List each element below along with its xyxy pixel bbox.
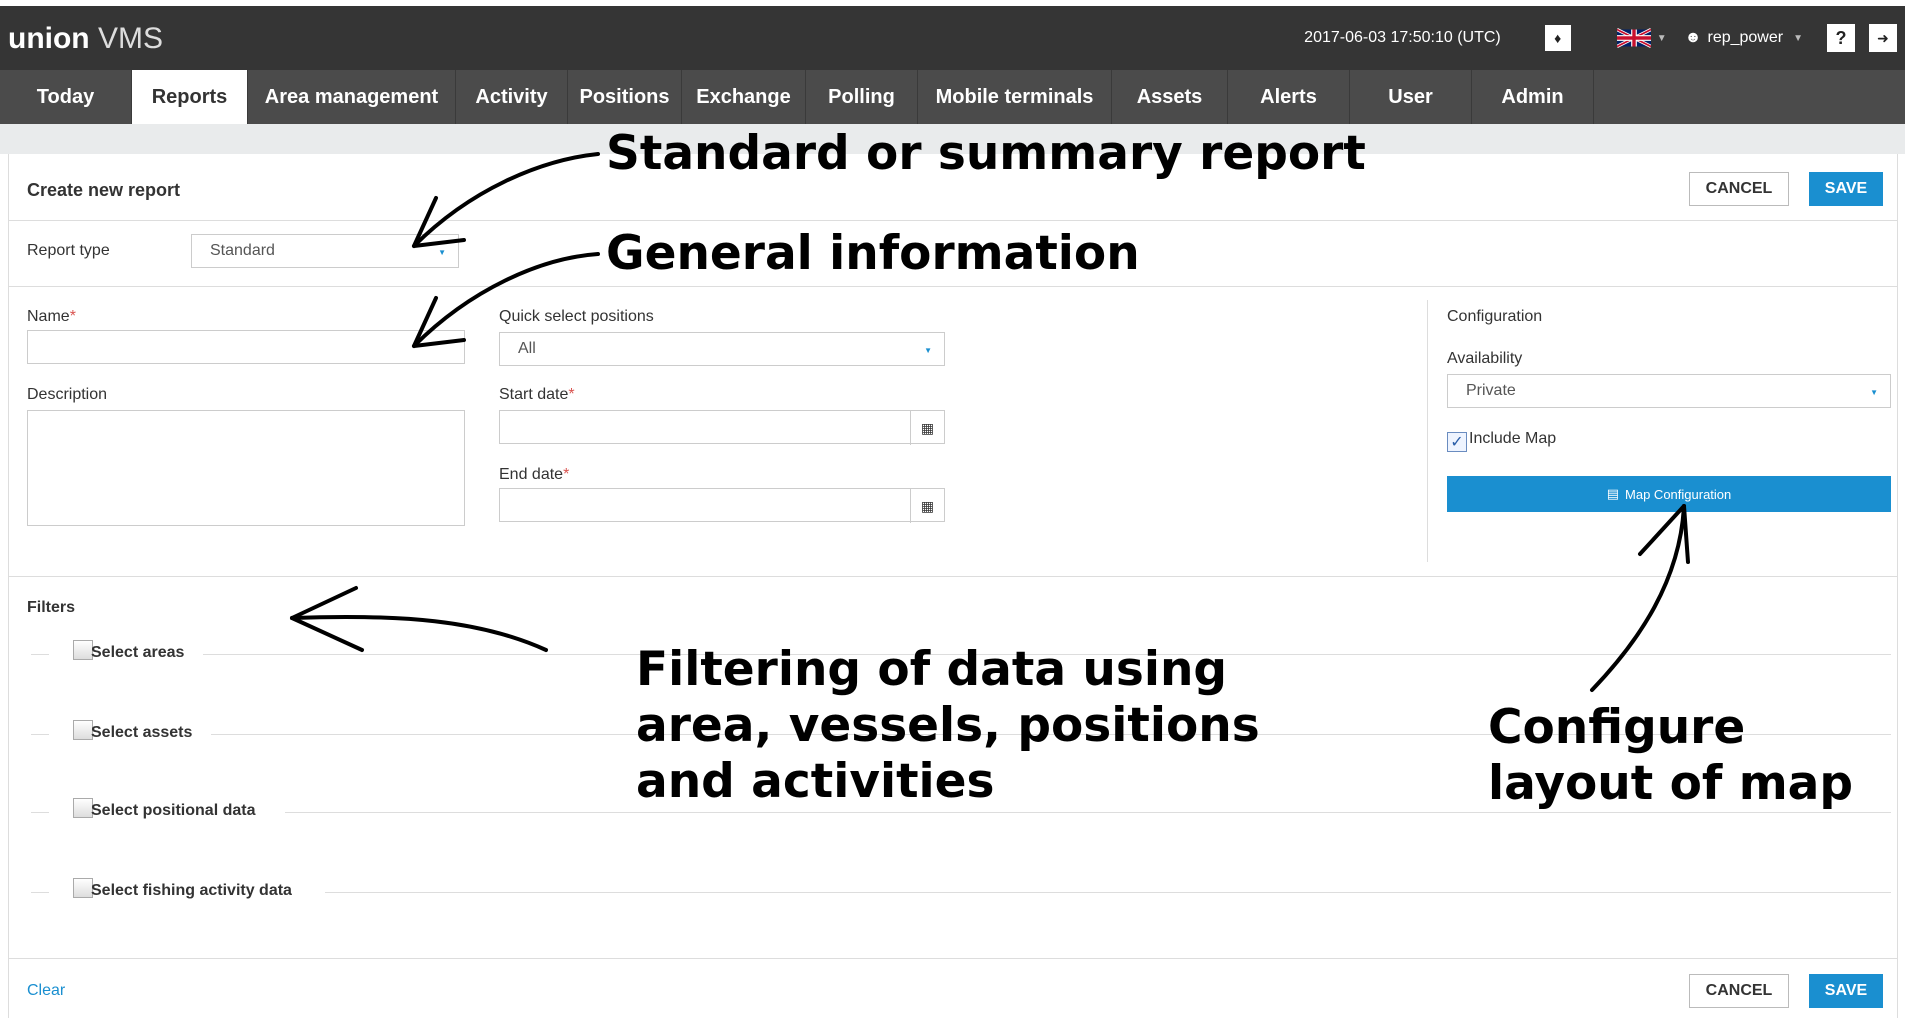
save-button[interactable]: SAVE <box>1809 172 1883 206</box>
clear-link[interactable]: Clear <box>27 982 65 1000</box>
report-type-select[interactable]: Standard ▼ <box>191 234 459 268</box>
annotation-general-info: General information <box>606 226 1140 281</box>
dropdown-caret-icon: ▼ <box>1870 388 1878 397</box>
cancel-button[interactable]: CANCEL <box>1689 172 1789 206</box>
cancel-button-bottom[interactable]: CANCEL <box>1689 974 1789 1008</box>
annotation-filters-line1: Filtering of data using <box>636 642 1228 697</box>
divider <box>9 286 1897 287</box>
tab-mobile-terminals[interactable]: Mobile terminals <box>918 70 1112 124</box>
availability-select[interactable]: Private ▼ <box>1447 374 1891 408</box>
description-label: Description <box>27 386 108 403</box>
select-positional-data-checkbox[interactable] <box>73 798 93 818</box>
username: rep_power <box>1707 29 1784 46</box>
name-field[interactable] <box>27 330 465 364</box>
column-divider <box>1427 300 1428 562</box>
dropdown-caret-icon: ▼ <box>924 346 932 355</box>
configuration-label: Configuration <box>1447 308 1543 325</box>
user-icon: ☻ <box>1684 29 1702 46</box>
create-report-panel: Create new report CANCEL SAVE Report typ… <box>8 154 1898 1018</box>
map-configuration-label: Map Configuration <box>1625 486 1732 502</box>
name-label: Name* <box>27 308 76 325</box>
calendar-icon[interactable]: ▦ <box>910 489 944 523</box>
map-configuration-button[interactable]: ▤ Map Configuration <box>1447 476 1891 512</box>
calendar-icon[interactable]: ▦ <box>910 411 944 445</box>
top-bar: union VMS 2017-06-03 17:50:10 (UTC) ♦ ▼ … <box>0 6 1905 70</box>
divider <box>9 576 1897 577</box>
tab-area-management[interactable]: Area management <box>248 70 456 124</box>
tab-activity[interactable]: Activity <box>456 70 568 124</box>
user-chevron-down-icon[interactable]: ▼ <box>1793 33 1803 44</box>
annotation-filters-line2: area, vessels, positions <box>636 698 1260 753</box>
tab-admin[interactable]: Admin <box>1472 70 1594 124</box>
select-fishing-activity-label: Select fishing activity data <box>91 882 292 899</box>
select-areas-label: Select areas <box>91 644 185 661</box>
tab-reports[interactable]: Reports <box>132 70 248 124</box>
include-map-checkbox[interactable]: ✓ <box>1447 432 1467 452</box>
map-icon: ▤ <box>1606 486 1620 501</box>
quick-select-value: All <box>518 340 536 357</box>
tab-today[interactable]: Today <box>0 70 132 124</box>
filter-select-fishing-activity: Select fishing activity data <box>31 878 1891 899</box>
tab-alerts[interactable]: Alerts <box>1228 70 1350 124</box>
tab-user[interactable]: User <box>1350 70 1472 124</box>
page-title: Create new report <box>27 180 181 200</box>
utc-timestamp: 2017-06-03 17:50:10 (UTC) <box>1304 29 1501 46</box>
select-assets-label: Select assets <box>91 724 193 741</box>
tab-polling[interactable]: Polling <box>806 70 918 124</box>
report-type-label: Report type <box>27 242 110 259</box>
logout-icon[interactable]: ➜ <box>1869 24 1897 52</box>
select-areas-checkbox[interactable] <box>73 640 93 660</box>
tab-exchange[interactable]: Exchange <box>682 70 806 124</box>
main-nav: Today Reports Area management Activity P… <box>0 70 1905 124</box>
start-date-field[interactable]: ▦ <box>499 410 945 445</box>
logo-bold-text: union <box>8 22 90 55</box>
annotation-filters-line3: and activities <box>636 754 995 809</box>
end-date-field[interactable]: ▦ <box>499 488 945 523</box>
include-map-label: Include Map <box>1469 430 1557 447</box>
select-assets-checkbox[interactable] <box>73 720 93 740</box>
uk-flag-icon[interactable] <box>1616 27 1651 49</box>
annotation-report-type: Standard or summary report <box>606 126 1366 181</box>
quick-select-positions-select[interactable]: All ▼ <box>499 332 945 366</box>
select-fishing-activity-checkbox[interactable] <box>73 878 93 898</box>
notification-bell-icon[interactable]: ♦ <box>1544 25 1571 51</box>
annotation-map-line2: layout of map <box>1488 756 1854 811</box>
filters-label: Filters <box>27 599 76 616</box>
start-date-label: Start date* <box>499 386 575 403</box>
quick-select-label: Quick select positions <box>499 308 654 325</box>
divider <box>9 220 1897 221</box>
logo-light-text: VMS <box>97 22 163 55</box>
language-chevron-down-icon[interactable]: ▼ <box>1657 33 1667 44</box>
dropdown-caret-icon: ▼ <box>438 248 446 257</box>
help-button[interactable]: ? <box>1827 24 1855 52</box>
description-textarea[interactable] <box>27 410 465 526</box>
end-date-label: End date* <box>499 466 570 483</box>
availability-label: Availability <box>1447 350 1523 367</box>
divider <box>9 958 1897 959</box>
report-type-value: Standard <box>210 242 275 259</box>
user-menu[interactable]: ☻ rep_power <box>1685 29 1783 47</box>
app-logo[interactable]: union VMS <box>8 24 163 54</box>
tab-positions[interactable]: Positions <box>568 70 682 124</box>
annotation-map-line1: Configure <box>1488 700 1746 755</box>
availability-value: Private <box>1466 382 1516 399</box>
save-button-bottom[interactable]: SAVE <box>1809 974 1883 1008</box>
select-positional-data-label: Select positional data <box>91 802 256 819</box>
tab-assets[interactable]: Assets <box>1112 70 1228 124</box>
